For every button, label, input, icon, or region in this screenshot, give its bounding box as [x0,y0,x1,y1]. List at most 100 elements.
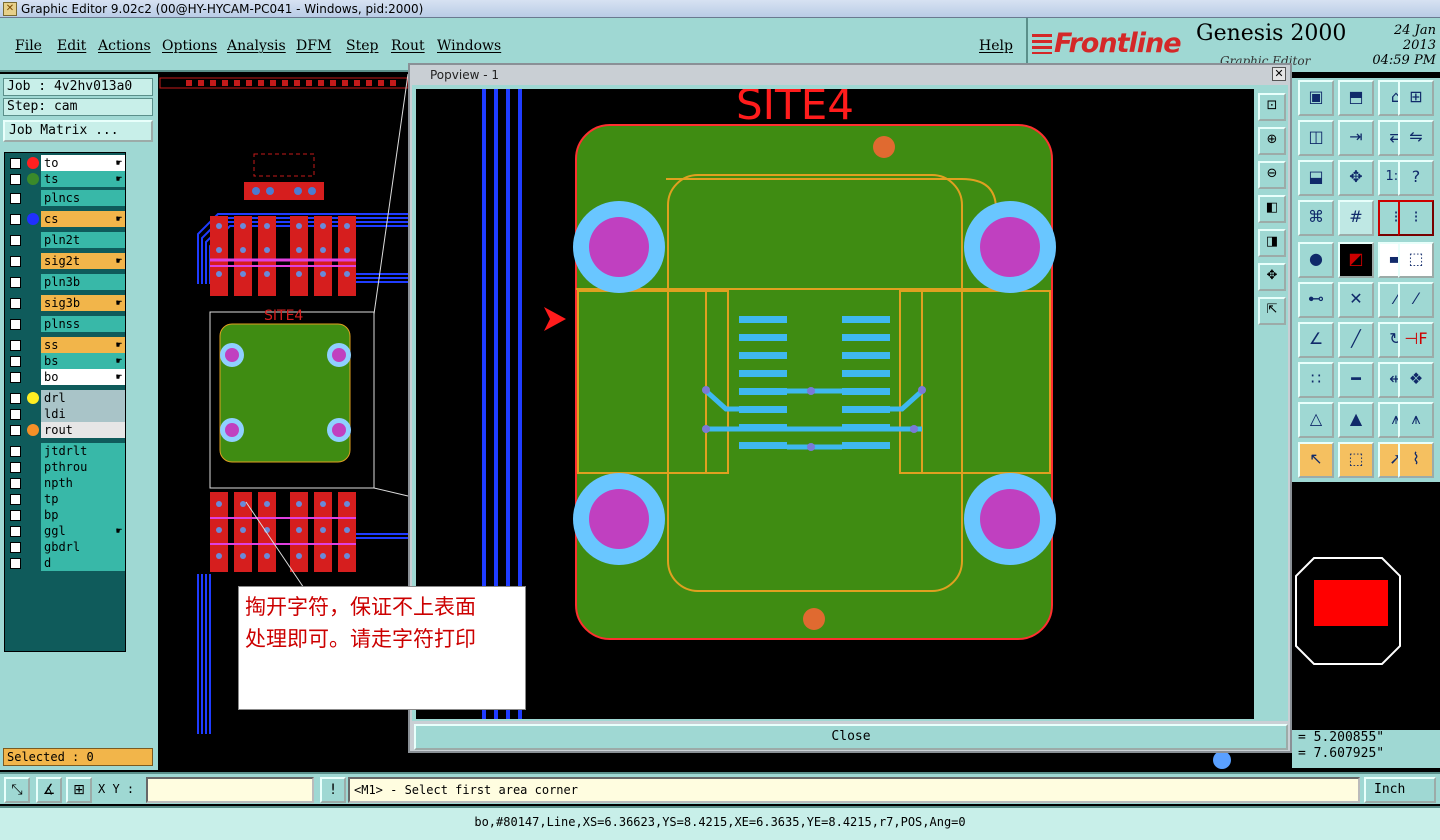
layer-row-d[interactable]: d [7,555,125,571]
zoom-in-icon[interactable]: ⊕ [1258,127,1286,155]
select-icon[interactable]: ↖ [1298,442,1334,478]
layer-checkbox[interactable] [10,494,21,505]
layer-checkbox[interactable] [10,409,21,420]
pan-right-icon[interactable]: ◨ [1258,229,1286,257]
layer-checkbox[interactable] [10,446,21,457]
layer-row-pln2t[interactable]: pln2t [7,232,125,248]
layer-row-to[interactable]: to ☛ [7,155,125,171]
layer-checkbox[interactable] [10,526,21,537]
cross-icon[interactable]: ✕ [1338,282,1374,318]
snap-icon[interactable]: ⤡ [4,777,30,803]
layers-alt-icon[interactable]: ⁝ [1398,200,1434,236]
tool-icon-5[interactable]: ◫ [1298,120,1334,156]
layer-row-bp[interactable]: bp [7,507,125,523]
layer-name[interactable]: ldi [41,406,125,422]
layer-name[interactable]: ggl ☛ [41,523,125,539]
layer-name[interactable]: bs ☛ [41,353,125,369]
layer-name[interactable]: ss ☛ [41,337,125,353]
layer-name[interactable]: pln3b [41,274,125,290]
point-icon[interactable]: ∷ [1298,362,1334,398]
tool-icon-8[interactable]: ⇋ [1398,120,1434,156]
layer-name[interactable]: rout [41,422,125,438]
menu-rout[interactable]: Rout [391,38,425,54]
route-icon[interactable]: ⌇ [1398,442,1434,478]
layer-row-drl[interactable]: drl [7,390,125,406]
layer-row-sig3b[interactable]: sig3b ☛ [7,295,125,311]
tool-icon-2[interactable]: ⬒ [1338,80,1374,116]
layer-row-gbdrl[interactable]: gbdrl [7,539,125,555]
segment-icon[interactable]: ━ [1338,362,1374,398]
angle-icon[interactable]: ∡ [36,777,62,803]
layer-checkbox[interactable] [10,193,21,204]
layer-name[interactable]: jtdrlt [41,443,125,459]
reset-icon[interactable]: ⇱ [1258,297,1286,325]
layer-checkbox[interactable] [10,425,21,436]
layer-checkbox[interactable] [10,510,21,521]
help-icon[interactable]: ? [1398,160,1434,196]
rect-icon[interactable]: ◩ [1338,242,1374,278]
layer-row-tp[interactable]: tp [7,491,125,507]
layer-row-ggl[interactable]: ggl ☛ [7,523,125,539]
expand-icon[interactable]: ✥ [1258,263,1286,291]
menu-dfm[interactable]: DFM [296,38,331,54]
layer-row-rout[interactable]: rout [7,422,125,438]
pan-left-icon[interactable]: ◧ [1258,195,1286,223]
draw-icon[interactable]: ∠ [1298,322,1334,358]
layer-name[interactable]: pthrou [41,459,125,475]
layer-row-npth[interactable]: npth [7,475,125,491]
layer-name[interactable]: d [41,555,125,571]
layer-name[interactable]: ts ☛ [41,171,125,187]
tool-icon-13[interactable]: ⌘ [1298,200,1334,236]
popview-close-icon[interactable]: ✕ [1272,67,1286,81]
layer-checkbox[interactable] [10,319,21,330]
layer-checkbox[interactable] [10,478,21,489]
layer-checkbox[interactable] [10,462,21,473]
layer-checkbox[interactable] [10,235,21,246]
line-alt-icon[interactable]: ⁄ [1398,282,1434,318]
layer-row-bs[interactable]: bs ☛ [7,353,125,369]
group-icon[interactable]: ❖ [1398,362,1434,398]
layer-name[interactable]: plnss [41,316,125,332]
move-icon[interactable]: ✥ [1338,160,1374,196]
layer-name[interactable]: to ☛ [41,155,125,171]
layer-checkbox[interactable] [10,356,21,367]
units-dropdown[interactable]: Inch ▬ [1364,777,1436,819]
triangle-icon[interactable]: △ [1298,402,1334,438]
layer-name[interactable]: npth [41,475,125,491]
layer-row-bo[interactable]: bo ☛ [7,369,125,385]
layer-checkbox[interactable] [10,256,21,267]
layer-checkbox[interactable] [10,393,21,404]
menu-file[interactable]: File [15,38,42,54]
zoom-fit-icon[interactable]: ⊡ [1258,93,1286,121]
tool-icon-4[interactable]: ⊞ [1398,80,1434,116]
tool-icon-9[interactable]: ⬓ [1298,160,1334,196]
menu-edit[interactable]: Edit [57,38,86,54]
job-matrix-button[interactable]: Job Matrix ... [3,120,153,142]
layer-checkbox[interactable] [10,542,21,553]
menu-help[interactable]: Help [979,38,1013,54]
rf-icon[interactable]: ⊣F [1398,322,1434,358]
layer-checkbox[interactable] [10,277,21,288]
layer-row-sig2t[interactable]: sig2t ☛ [7,253,125,269]
popview-close-button[interactable]: Close [414,724,1288,750]
layer-name[interactable]: plncs [41,190,125,206]
layer-row-pthrou[interactable]: pthrou [7,459,125,475]
layer-name[interactable]: bp [41,507,125,523]
menu-step[interactable]: Step [346,38,378,54]
layer-row-ss[interactable]: ss ☛ [7,337,125,353]
tool-icon-1[interactable]: ▣ [1298,80,1334,116]
menu-options[interactable]: Options [162,38,217,54]
grid-snap-icon[interactable]: ⊞ [66,777,92,803]
warning-icon[interactable]: ! [320,777,346,803]
layer-name[interactable]: bo ☛ [41,369,125,385]
layer-row-plnss[interactable]: plnss [7,316,125,332]
arch-alt-icon[interactable]: ⩚ [1398,402,1434,438]
dotted-box-icon[interactable]: ⬚ [1398,242,1434,278]
slash-icon[interactable]: ╱ [1338,322,1374,358]
layer-name[interactable]: pln2t [41,232,125,248]
pad-icon[interactable]: ● [1298,242,1334,278]
select-box-icon[interactable]: ⬚ [1338,442,1374,478]
layer-checkbox[interactable] [10,340,21,351]
menu-actions[interactable]: Actions [98,38,151,54]
tool-icon-6[interactable]: ⇥ [1338,120,1374,156]
